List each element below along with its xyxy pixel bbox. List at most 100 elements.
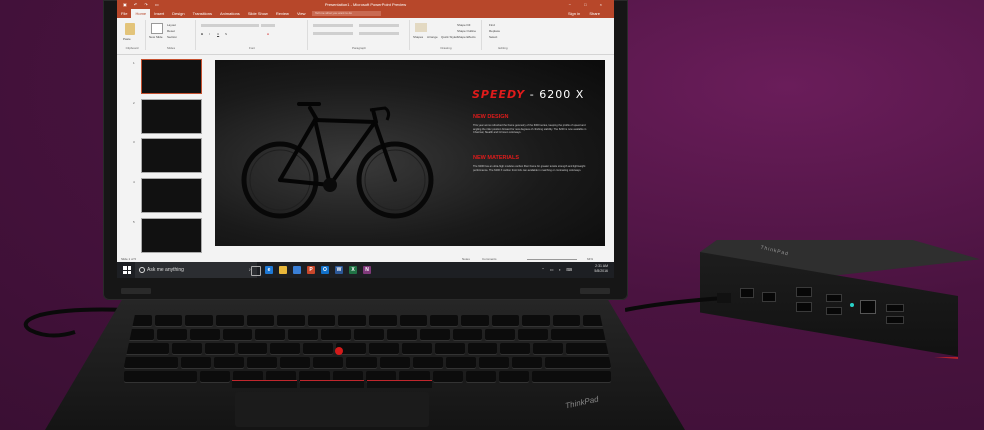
sign-in-link[interactable]: Sign in	[564, 9, 584, 18]
font-size-select[interactable]	[261, 24, 275, 27]
slide-thumbnail-pane: 1 2 3 4 5	[117, 55, 202, 258]
tab-insert[interactable]: Insert	[150, 9, 168, 18]
tell-me-search[interactable]: Tell me what you want to do	[312, 11, 381, 16]
window-title: Presentation1 - Microsoft PowerPoint Pre…	[324, 2, 407, 7]
docking-station: ThinkPad	[700, 240, 980, 360]
edge-icon[interactable]: e	[265, 266, 273, 274]
ethernet-port	[860, 300, 876, 314]
smartart-controls[interactable]	[359, 32, 399, 35]
font-name-select[interactable]	[201, 24, 259, 27]
group-label-clipboard: Clipboard	[125, 46, 139, 50]
file-explorer-icon[interactable]	[279, 266, 287, 274]
left-click-button[interactable]	[232, 380, 297, 388]
group-label-font: Font	[248, 46, 255, 50]
hdmi-port	[796, 287, 812, 297]
group-editing: Find Replace Select Editing	[483, 20, 523, 50]
find-button[interactable]: Find	[489, 23, 495, 27]
slide-thumbnail-1[interactable]	[141, 59, 202, 94]
usb-port	[886, 304, 904, 312]
word-icon[interactable]: W	[335, 266, 343, 274]
tab-transitions[interactable]: Transitions	[189, 9, 216, 18]
group-label-editing: Editing	[498, 46, 508, 50]
select-button[interactable]: Select	[489, 35, 497, 39]
tray-icons[interactable]: ⌃ ▭ ◗ ⌨	[541, 267, 574, 272]
font-color-button[interactable]: A	[267, 32, 269, 36]
section-heading: NEW DESIGN	[473, 114, 509, 120]
group-clipboard: Paste Clipboard	[119, 20, 146, 50]
slide-canvas[interactable]: SPEEDY - 6200 X NEW DESIGN This year we'…	[215, 60, 605, 246]
group-label-drawing: Drawing	[440, 46, 452, 50]
window-controls[interactable]: − □ ×	[569, 0, 608, 9]
slide-thumbnail-3[interactable]	[141, 138, 202, 173]
tab-home[interactable]: Home	[131, 9, 151, 18]
thumb-number: 4	[133, 180, 135, 184]
onenote-icon[interactable]: N	[363, 266, 371, 274]
group-slides: New Slide Layout Reset Section Slides	[147, 20, 196, 50]
slide-thumbnail-4[interactable]	[141, 178, 202, 213]
windows-taskbar: Ask me anything ♪ e P O W X N 2:31 AM 5/…	[117, 262, 614, 278]
displayport-port	[762, 292, 776, 302]
section-body: The 6200 has an ultra-high modulus carbo…	[473, 165, 586, 172]
laptop-lid: ▣ ↶ ↷ ▭ Presentation1 - Microsoft PowerP…	[103, 0, 628, 300]
trackpoint[interactable]	[335, 347, 343, 355]
section-body: This year we've refreshed the frame geom…	[473, 124, 587, 135]
excel-icon[interactable]: X	[349, 266, 357, 274]
arrange-button[interactable]: Arrange	[427, 35, 438, 39]
powerpoint-icon[interactable]: P	[307, 266, 315, 274]
clock-date: 5/8/2016	[594, 269, 608, 273]
cortana-search-box[interactable]: Ask me anything ♪	[135, 262, 257, 278]
text-direction-controls[interactable]	[359, 24, 399, 27]
tab-review[interactable]: Review	[272, 9, 293, 18]
thumb-number: 3	[133, 140, 135, 144]
windows-start-icon[interactable]	[123, 266, 131, 274]
store-icon[interactable]	[293, 266, 301, 274]
number-key-row	[120, 329, 615, 340]
bullets-controls[interactable]	[313, 24, 353, 27]
tab-animations[interactable]: Animations	[216, 9, 244, 18]
quick-styles-button[interactable]: Quick Styles	[441, 35, 458, 39]
right-click-button[interactable]	[367, 380, 433, 388]
paste-button[interactable]: Paste	[123, 37, 131, 41]
layout-button[interactable]: Layout	[167, 23, 176, 27]
usb-port	[826, 294, 842, 302]
slide-thumbnail-5[interactable]	[141, 218, 202, 253]
dock-cable	[625, 293, 731, 312]
group-label-paragraph: Paragraph	[351, 46, 366, 50]
tab-file[interactable]: File	[117, 9, 131, 18]
italic-button[interactable]: I	[209, 32, 210, 36]
outlook-icon[interactable]: O	[321, 266, 329, 274]
ribbon-tabs: File Home Insert Design Transitions Animation…	[117, 9, 614, 18]
laptop-screen: ▣ ↶ ↷ ▭ Presentation1 - Microsoft PowerP…	[117, 0, 614, 278]
replace-button[interactable]: Replace	[489, 29, 500, 33]
share-button[interactable]: Share	[585, 9, 604, 18]
thumb-number: 2	[133, 101, 135, 105]
system-tray[interactable]: 2:31 AM 5/8/2016	[594, 264, 608, 274]
trackpoint-buttons	[232, 380, 433, 388]
thumb-number: 5	[133, 220, 135, 224]
new-slide-button[interactable]: New Slide	[149, 35, 163, 39]
strikethrough-button[interactable]: S	[225, 32, 227, 36]
section-button[interactable]: Section	[167, 35, 177, 39]
task-view-icon[interactable]	[251, 266, 261, 276]
tab-slide-show[interactable]: Slide Show	[244, 9, 272, 18]
reset-button[interactable]: Reset	[167, 29, 175, 33]
touchpad[interactable]	[235, 392, 429, 427]
shape-fill-button[interactable]: Shape Fill	[457, 23, 470, 27]
shapes-button[interactable]: Shapes	[413, 35, 423, 39]
group-label-slides: Slides	[166, 46, 176, 50]
tab-design[interactable]: Design	[168, 9, 188, 18]
bold-button[interactable]: B	[201, 32, 203, 36]
tab-view[interactable]: View	[293, 9, 310, 18]
alignment-controls[interactable]	[313, 32, 353, 35]
slide-title-brand: SPEEDY	[472, 88, 526, 101]
keyboard	[120, 315, 615, 385]
new-slide-icon	[151, 23, 163, 34]
slide-thumbnail-2[interactable]	[141, 99, 202, 134]
zoom-slider[interactable]	[527, 258, 577, 260]
usb-port	[826, 307, 842, 315]
usb-c-port	[740, 288, 754, 298]
shape-outline-button[interactable]: Shape Outline	[457, 29, 476, 33]
underline-button[interactable]: U	[217, 32, 219, 36]
middle-click-button[interactable]	[299, 380, 365, 388]
shape-effects-button[interactable]: Shape Effects	[457, 35, 476, 39]
